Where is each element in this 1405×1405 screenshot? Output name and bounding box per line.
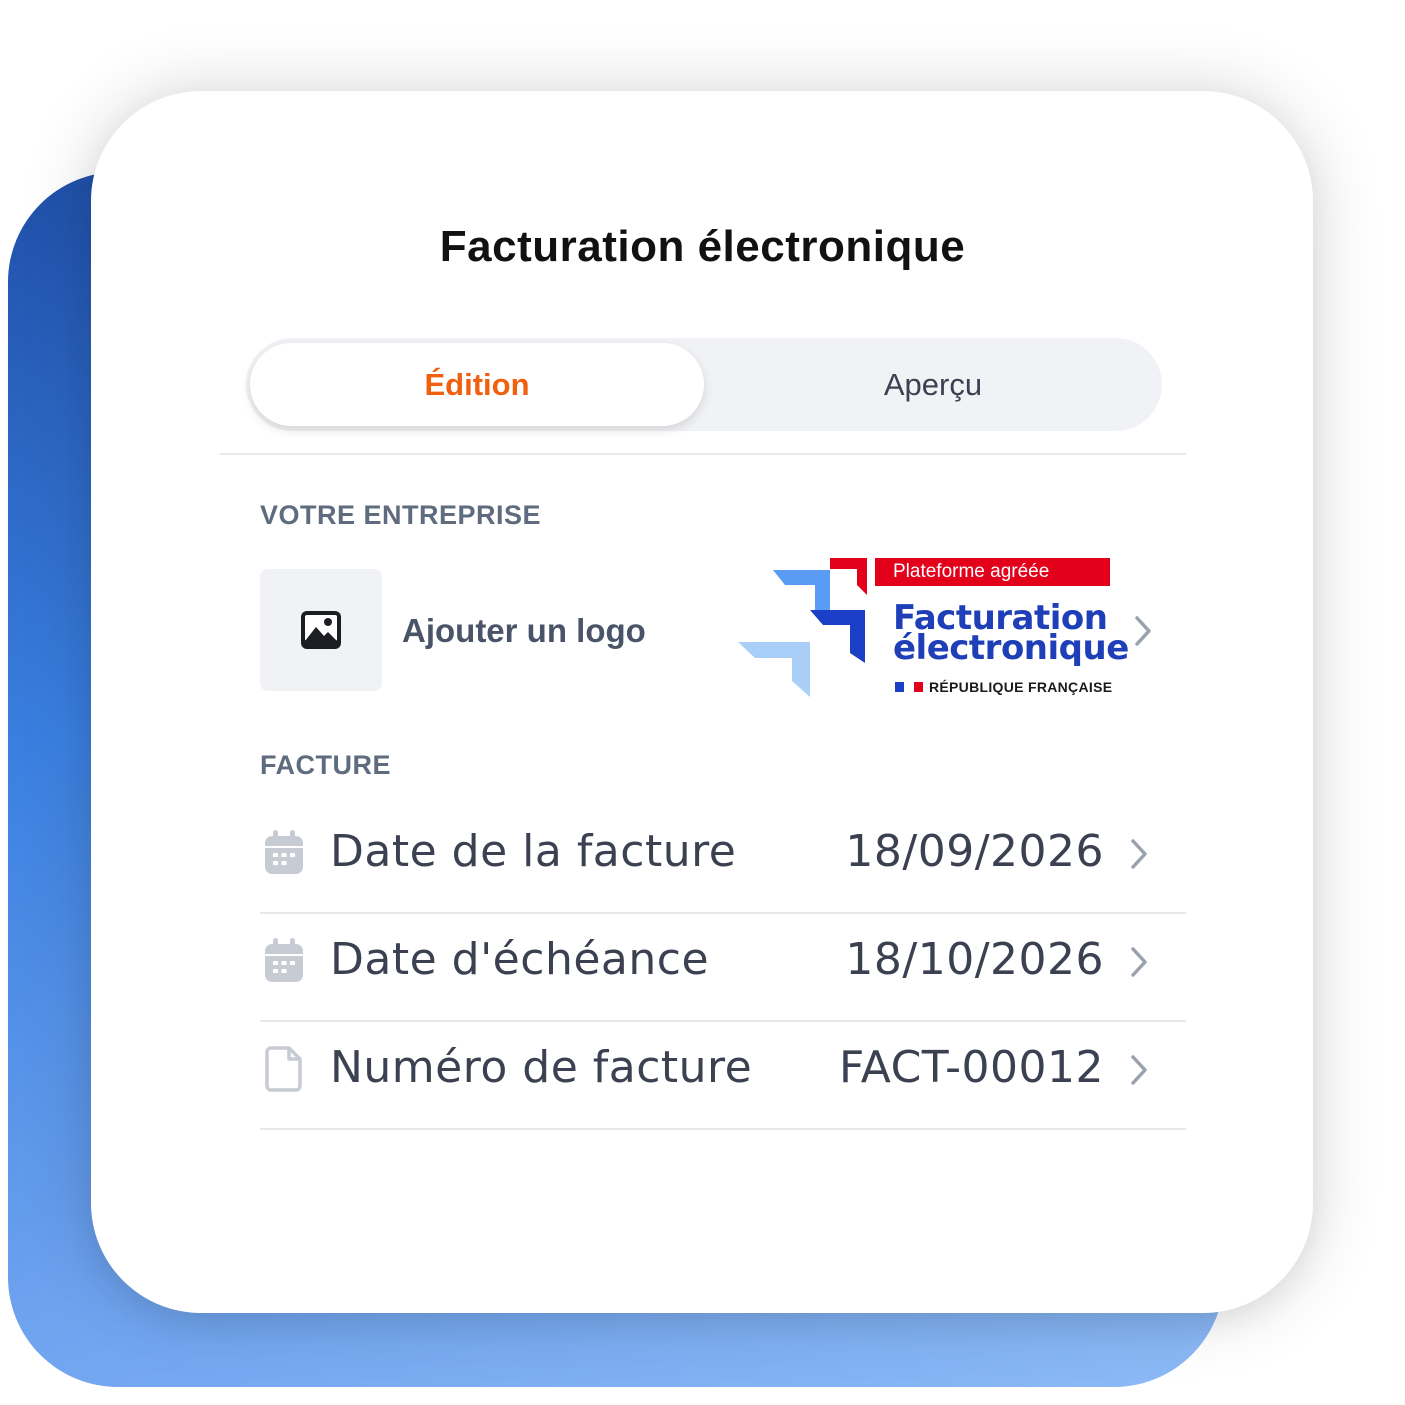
chevron-right-icon [1126,837,1152,871]
view-switcher: Édition Aperçu [246,338,1162,431]
company-section-label: VOTRE ENTREPRISE [260,500,542,530]
invoice-section-label: FACTURE [260,750,391,780]
calendar-icon [265,830,303,874]
due-date-value: 18/10/2026 [845,934,1104,985]
page-title: Facturation électronique [439,222,966,271]
badge-republic: RÉPUBLIQUE FRANÇAISE [895,679,1112,695]
invoice-date-row[interactable]: Date de la facture 18/09/2026 [260,804,1186,914]
badge-chevron-right-icon[interactable] [1130,614,1156,648]
invoice-date-label: Date de la facture [330,826,737,877]
tab-apercu[interactable]: Aperçu [704,338,1162,431]
header-divider [220,453,1186,455]
add-logo-button[interactable] [260,569,382,691]
invoice-date-value: 18/09/2026 [845,826,1104,877]
add-logo-label[interactable]: Ajouter un logo [402,612,646,650]
document-icon [265,1046,302,1092]
image-icon [301,611,341,649]
badge-title: Facturation électronique [893,598,1129,668]
french-flag-icon [895,682,923,692]
chevron-right-icon [1126,945,1152,979]
chevron-right-icon [1126,1053,1152,1087]
invoice-number-label: Numéro de facture [330,1042,753,1093]
calendar-icon [265,938,303,982]
certified-platform-badge[interactable]: Plateforme agréée Facturation électroniq… [735,555,1129,705]
invoice-number-value: FACT-00012 [838,1042,1104,1093]
arrows-logo-icon [738,558,867,697]
invoice-number-row[interactable]: Numéro de facture FACT-00012 [260,1020,1186,1130]
due-date-row[interactable]: Date d'échéance 18/10/2026 [260,912,1186,1022]
due-date-label: Date d'échéance [330,934,710,985]
badge-ribbon: Plateforme agréée [875,558,1110,586]
tab-edition[interactable]: Édition [250,343,704,426]
